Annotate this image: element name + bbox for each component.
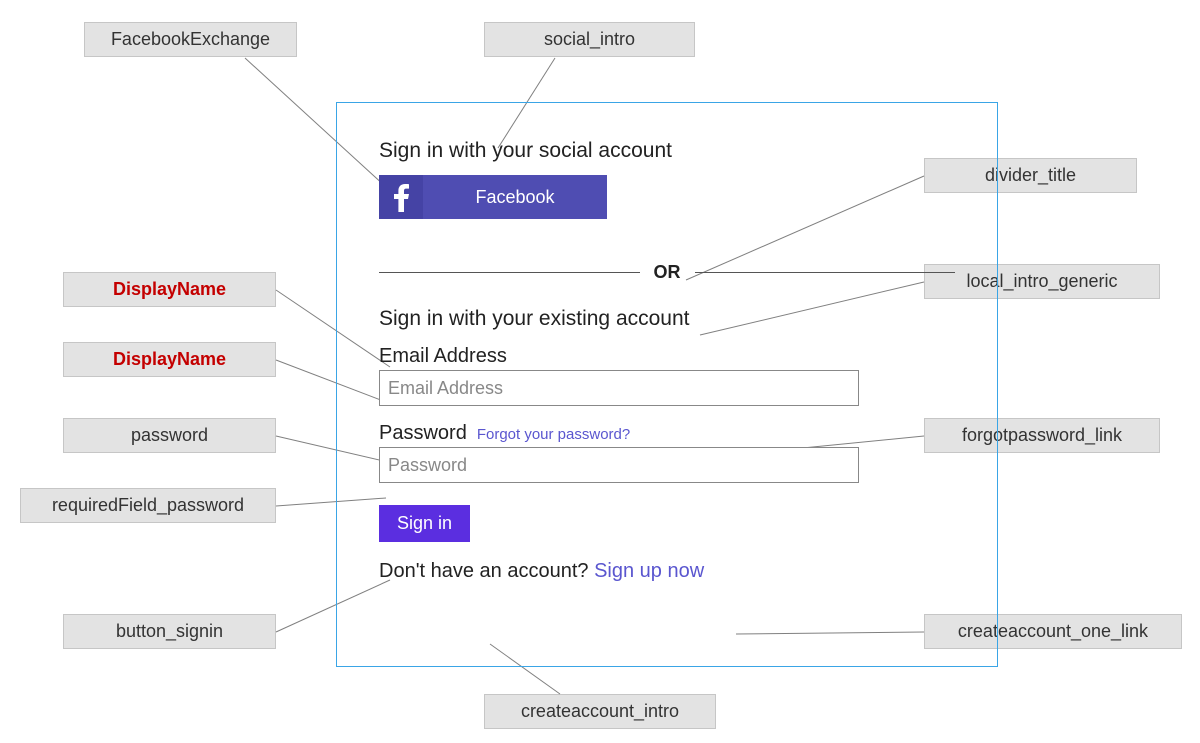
- social-intro-text: Sign in with your social account: [379, 139, 955, 163]
- email-input[interactable]: [379, 370, 859, 406]
- password-label-row: Password Forgot your password?: [379, 422, 955, 445]
- annot-createaccount-intro: createaccount_intro: [484, 694, 716, 729]
- annot-password: password: [63, 418, 276, 453]
- divider-line-right: [695, 272, 956, 273]
- facebook-icon: [379, 175, 423, 219]
- annot-facebook-exchange: FacebookExchange: [84, 22, 297, 57]
- signup-link[interactable]: Sign up now: [594, 560, 704, 582]
- annot-social-intro: social_intro: [484, 22, 695, 57]
- annot-required-field-password: requiredField_password: [20, 488, 276, 523]
- password-input[interactable]: [379, 447, 859, 483]
- annot-display-name-1: DisplayName: [63, 272, 276, 307]
- create-account-row: Don't have an account? Sign up now: [379, 560, 955, 583]
- divider-title: OR: [640, 262, 695, 283]
- divider-line-left: [379, 272, 640, 273]
- annot-display-name-2: DisplayName: [63, 342, 276, 377]
- facebook-button[interactable]: Facebook: [379, 175, 607, 219]
- create-account-intro: Don't have an account?: [379, 560, 589, 582]
- local-intro-text: Sign in with your existing account: [379, 307, 955, 331]
- divider: OR: [379, 259, 955, 285]
- forgot-password-link[interactable]: Forgot your password?: [477, 426, 630, 443]
- annot-button-signin: button_signin: [63, 614, 276, 649]
- signin-panel: Sign in with your social account Faceboo…: [336, 102, 998, 667]
- password-label-text: Password: [379, 422, 467, 445]
- email-label: Email Address: [379, 345, 955, 368]
- email-label-text: Email Address: [379, 345, 507, 368]
- facebook-button-label: Facebook: [423, 187, 607, 208]
- signin-button[interactable]: Sign in: [379, 505, 470, 542]
